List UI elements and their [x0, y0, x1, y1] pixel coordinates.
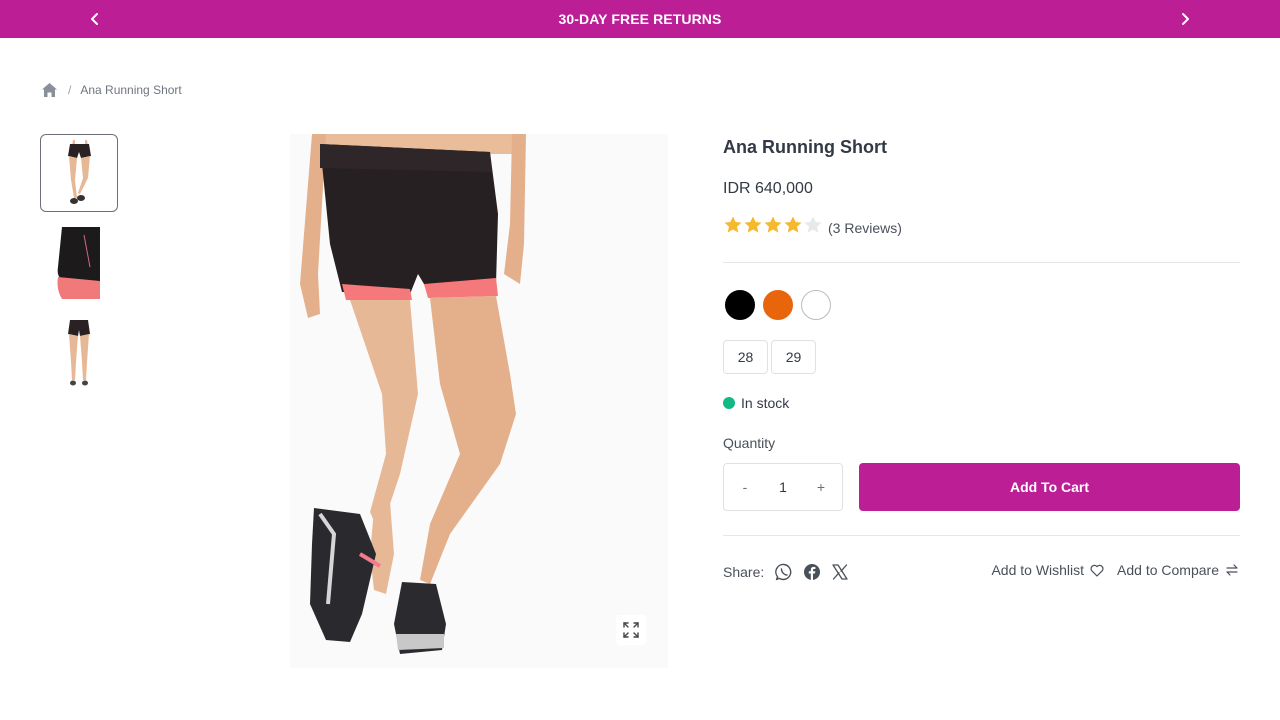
zoom-button[interactable] [616, 615, 646, 645]
compare-label: Add to Compare [1117, 562, 1219, 578]
x-share-button[interactable] [830, 562, 850, 582]
chevron-right-icon [1182, 13, 1189, 25]
stock-text: In stock [741, 395, 790, 411]
star-filled-icon [784, 216, 802, 233]
share-section: Share: [723, 562, 858, 582]
wishlist-label: Add to Wishlist [991, 562, 1085, 578]
facebook-share-button[interactable] [802, 562, 822, 582]
color-swatch-black[interactable] [725, 290, 755, 320]
whatsapp-share-button[interactable] [774, 562, 794, 582]
thumbnail-back[interactable] [40, 314, 118, 392]
product-actions: Add to Wishlist Add to Compare [991, 562, 1240, 578]
compare-arrows-icon [1224, 562, 1240, 578]
home-icon [41, 83, 57, 97]
promo-next-button[interactable] [1175, 9, 1195, 29]
add-to-wishlist-button[interactable]: Add to Wishlist [991, 562, 1105, 578]
thumbnail-list [40, 134, 118, 404]
rating-stars [723, 215, 823, 240]
heart-icon [1089, 562, 1105, 578]
stock-status: In stock [723, 395, 789, 411]
chevron-left-icon [91, 13, 98, 25]
thumbnail-front-image [68, 140, 91, 204]
divider [723, 262, 1240, 263]
product-photo [290, 134, 668, 668]
quantity-input[interactable]: 1 [779, 479, 787, 495]
stock-indicator-icon [723, 397, 735, 409]
quantity-stepper: - 1 + [723, 463, 843, 511]
share-label: Share: [723, 564, 765, 580]
product-title: Ana Running Short [723, 137, 887, 157]
breadcrumb-separator: / [68, 83, 72, 97]
x-icon [832, 564, 848, 580]
quantity-increase-button[interactable]: + [814, 479, 828, 495]
color-swatches [725, 290, 839, 320]
color-swatch-white[interactable] [801, 290, 831, 320]
reviews-link[interactable]: (3 Reviews) [828, 220, 902, 236]
expand-icon [623, 622, 639, 638]
quantity-decrease-button[interactable]: - [738, 479, 752, 495]
thumbnail-front[interactable] [40, 134, 118, 212]
product-price: IDR 640,000 [723, 180, 813, 197]
product-rating: (3 Reviews) [723, 215, 902, 240]
thumbnail-side-image [57, 227, 100, 299]
color-swatch-orange[interactable] [763, 290, 793, 320]
add-to-compare-button[interactable]: Add to Compare [1117, 562, 1240, 578]
add-to-cart-button[interactable]: Add To Cart [859, 463, 1240, 511]
breadcrumb: / Ana Running Short [40, 81, 182, 99]
star-filled-icon [744, 216, 762, 233]
promo-prev-button[interactable] [85, 9, 105, 29]
quantity-label: Quantity [723, 435, 776, 451]
promo-text: 30-DAY FREE RETURNS [558, 11, 722, 27]
star-empty-icon [804, 216, 822, 233]
breadcrumb-current: Ana Running Short [80, 83, 182, 97]
breadcrumb-home-link[interactable] [40, 81, 58, 99]
thumbnail-side[interactable] [40, 224, 118, 302]
divider [723, 535, 1240, 536]
star-filled-icon [764, 216, 782, 233]
promo-bar: 30-DAY FREE RETURNS [0, 0, 1280, 38]
main-product-image[interactable] [290, 134, 668, 668]
whatsapp-icon [775, 563, 792, 581]
size-options: 28 29 [723, 340, 819, 374]
facebook-icon [804, 564, 821, 580]
star-filled-icon [724, 216, 742, 233]
thumbnail-back-image [68, 320, 90, 386]
size-option-28[interactable]: 28 [723, 340, 768, 374]
size-option-29[interactable]: 29 [771, 340, 816, 374]
